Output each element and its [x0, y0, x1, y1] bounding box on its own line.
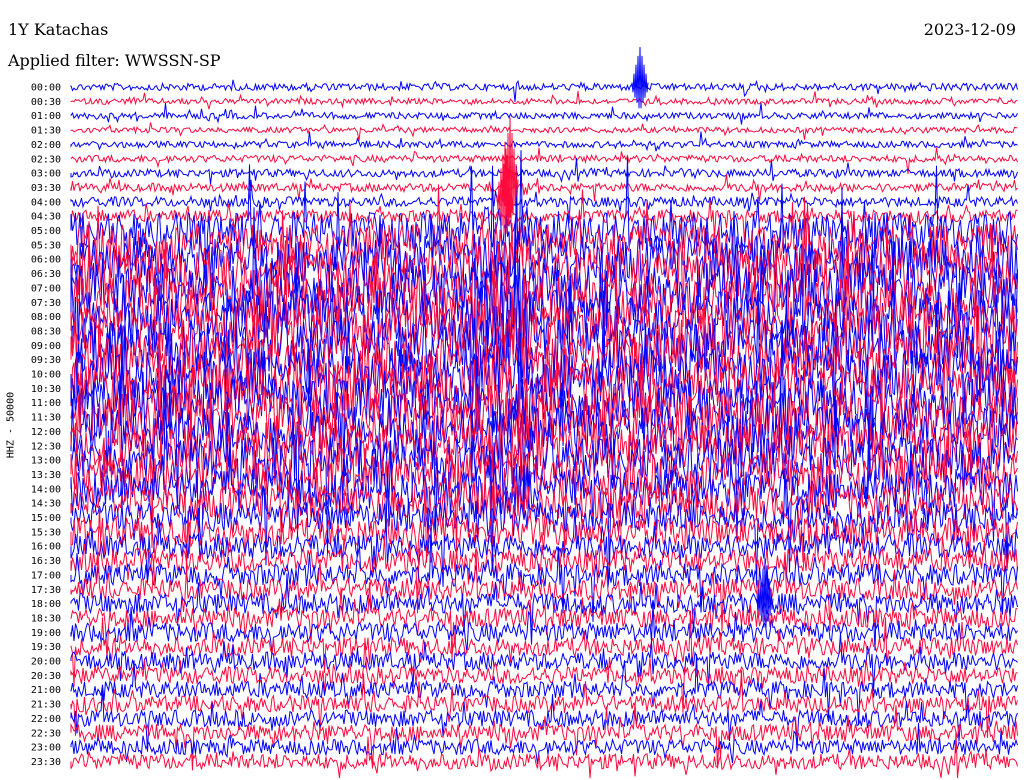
trace-0000	[70, 79, 1018, 102]
time-label-group: 00:00 00:30 01:00 01:30 02:00 02:30 03:00 03:30…	[31, 83, 61, 768]
time-label: 10:30	[31, 384, 61, 395]
time-label: 03:00	[31, 169, 61, 180]
time-label: 18:00	[31, 599, 61, 610]
time-label: 20:30	[31, 671, 61, 682]
time-label: 11:30	[31, 413, 61, 424]
time-label: 17:00	[31, 570, 61, 581]
time-label: 21:30	[31, 700, 61, 711]
time-label: 07:30	[31, 298, 61, 309]
trace-2330	[70, 730, 1018, 779]
time-label: 08:30	[31, 326, 61, 337]
time-label: 14:30	[31, 499, 61, 510]
trace-0130	[70, 122, 1018, 142]
time-label: 00:30	[31, 97, 61, 108]
time-label: 12:30	[31, 441, 61, 452]
time-label: 02:00	[31, 140, 61, 151]
time-label: 16:00	[31, 542, 61, 553]
trace-0230	[70, 147, 1018, 175]
trace-0300	[70, 157, 1018, 185]
time-label: 05:30	[31, 240, 61, 251]
time-label: 06:00	[31, 255, 61, 266]
trace-group	[70, 46, 1018, 779]
time-label: 23:30	[31, 757, 61, 768]
time-label: 22:00	[31, 714, 61, 725]
trace-0100	[70, 102, 1018, 125]
trace-0030	[70, 90, 1018, 110]
time-label: 11:00	[31, 398, 61, 409]
time-label: 20:00	[31, 657, 61, 668]
time-label: 16:30	[31, 556, 61, 567]
time-label: 15:30	[31, 527, 61, 538]
time-label: 02:30	[31, 154, 61, 165]
time-label: 22:30	[31, 728, 61, 739]
trace-2130	[70, 670, 1018, 738]
time-label: 07:00	[31, 283, 61, 294]
time-label: 19:00	[31, 628, 61, 639]
time-label: 14:00	[31, 484, 61, 495]
time-label: 21:00	[31, 685, 61, 696]
time-label: 17:30	[31, 585, 61, 596]
time-label: 09:30	[31, 355, 61, 366]
time-label: 03:30	[31, 183, 61, 194]
time-label: 08:00	[31, 312, 61, 323]
time-label: 06:30	[31, 269, 61, 280]
time-label: 04:30	[31, 212, 61, 223]
time-label: 04:00	[31, 197, 61, 208]
time-label: 23:00	[31, 743, 61, 754]
time-label: 09:00	[31, 341, 61, 352]
time-label: 01:30	[31, 126, 61, 137]
time-label: 01:00	[31, 111, 61, 122]
time-label: 15:00	[31, 513, 61, 524]
seismogram-plot: 00:00 00:30 01:00 01:30 02:00 02:30 03:00 03:30…	[31, 46, 1018, 779]
time-label: 12:00	[31, 427, 61, 438]
helicorder-page: 1Y Katachas 2023-12-09 Applied filter: W…	[0, 0, 1024, 780]
trace-0200	[70, 131, 1018, 152]
time-label: 19:30	[31, 642, 61, 653]
time-label: 18:30	[31, 613, 61, 624]
time-label: 13:30	[31, 470, 61, 481]
time-label: 05:00	[31, 226, 61, 237]
time-label: 10:00	[31, 370, 61, 381]
trace-0330	[70, 174, 1018, 202]
time-label: 00:00	[31, 83, 61, 94]
time-label: 13:00	[31, 456, 61, 467]
